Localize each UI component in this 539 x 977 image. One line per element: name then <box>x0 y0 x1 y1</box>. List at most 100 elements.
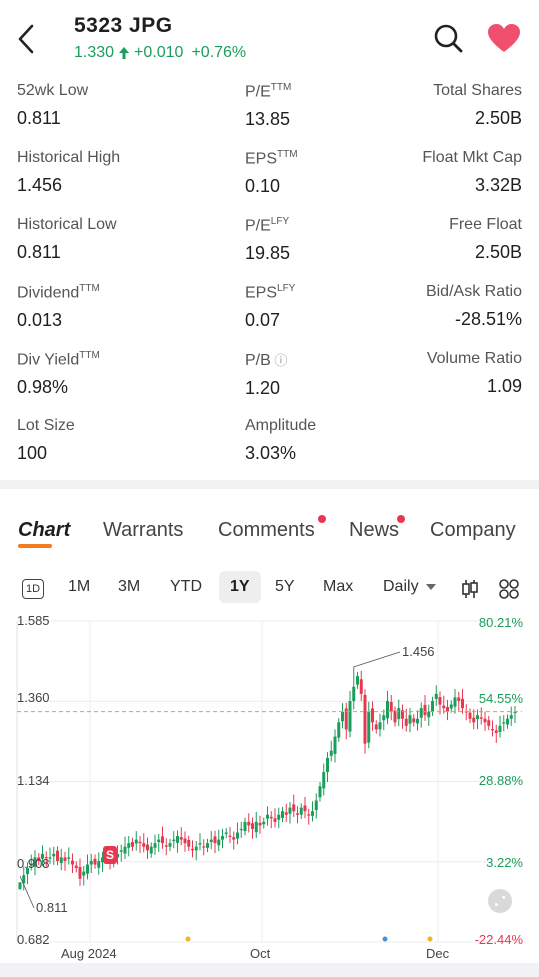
candle-body <box>266 814 269 819</box>
candle-body <box>461 698 464 709</box>
last-price: 1.330 <box>74 44 115 61</box>
period-max-button[interactable]: Max <box>323 578 353 596</box>
candlestick-chart[interactable] <box>0 610 539 960</box>
stat-item: P/B ⓘ 1.20 <box>245 350 287 399</box>
candle-body <box>221 836 224 840</box>
interval-dropdown[interactable]: Daily <box>383 578 437 596</box>
candle-body <box>67 857 71 859</box>
tab-comments[interactable]: Comments <box>218 519 315 542</box>
stat-value: 100 <box>17 443 48 463</box>
candle-body <box>314 800 318 811</box>
period-3m-button[interactable]: 3M <box>118 578 140 596</box>
stat-label: Amplitude <box>245 417 317 434</box>
candle-body <box>198 843 202 845</box>
price-chart[interactable]: 1.585 1.360 1.134 0.908 0.682 80.21% 54.… <box>0 610 539 961</box>
y-tick-label: 0.682 <box>17 932 50 947</box>
candle-body <box>232 837 236 840</box>
candle-body <box>322 772 326 789</box>
candle-body <box>138 841 142 844</box>
fullscreen-icon[interactable] <box>488 889 512 913</box>
tab-warrants[interactable]: Warrants <box>103 519 183 542</box>
candle-body <box>427 711 431 718</box>
low-price-label: 0.811 <box>36 900 68 915</box>
pct-tick-label: 28.88% <box>478 773 523 788</box>
candle-body <box>412 718 416 723</box>
candle-body <box>254 821 258 833</box>
favorite-heart-icon[interactable] <box>486 22 522 54</box>
candle-body <box>483 718 487 723</box>
candle-body <box>434 693 438 699</box>
period-1y-button[interactable]: 1Y <box>219 571 261 603</box>
period-ytd-button[interactable]: YTD <box>170 578 202 596</box>
candle-body <box>213 836 217 844</box>
stat-label: 52wk Low <box>17 82 89 99</box>
quote-line: 1.330 +0.010 +0.76% <box>74 44 246 62</box>
stat-label: Volume Ratio <box>426 350 522 367</box>
candle-body <box>472 717 476 723</box>
candle-body <box>502 722 506 724</box>
bottom-bar <box>0 963 539 977</box>
stat-value: 19.85 <box>245 243 291 264</box>
candle-body <box>348 700 352 732</box>
back-arrow-icon[interactable] <box>14 22 42 56</box>
candle-body <box>52 853 56 857</box>
candle-body <box>311 811 314 816</box>
candle-body <box>251 823 254 829</box>
event-dot <box>185 936 191 942</box>
info-icon[interactable]: ⓘ <box>271 353 287 368</box>
period-5y-button[interactable]: 5Y <box>275 578 295 596</box>
period-1m-button[interactable]: 1M <box>68 578 90 596</box>
candle-body <box>277 814 281 820</box>
grid-layout-icon[interactable] <box>499 579 519 599</box>
period-selector: 1D 1M 3M YTD 1Y 5Y Max Daily <box>0 570 539 608</box>
candle-body <box>82 871 86 876</box>
period-1d-button[interactable]: 1D <box>22 579 44 599</box>
candle-body <box>119 850 123 852</box>
candle-body <box>146 844 149 851</box>
candle-body <box>457 697 461 701</box>
sell-marker[interactable]: S <box>103 846 117 864</box>
candle-body <box>123 846 127 854</box>
candle-body <box>337 722 341 738</box>
stat-item: Free Float 2.50B <box>449 216 522 263</box>
candle-body <box>63 857 67 861</box>
candle-body <box>374 724 378 730</box>
candle-body <box>179 837 183 840</box>
stat-value: 0.811 <box>17 242 61 262</box>
stat-value: 0.10 <box>245 176 281 197</box>
candle-body <box>288 807 292 814</box>
candle-body <box>303 805 307 812</box>
candle-body <box>352 686 356 701</box>
candle-body <box>247 821 251 826</box>
candle-body <box>142 843 146 847</box>
candle-body <box>149 846 153 854</box>
chevron-down-icon <box>426 584 437 590</box>
tab-news[interactable]: News <box>349 519 399 542</box>
tab-company[interactable]: Company <box>430 519 516 542</box>
high-price-label: 1.456 <box>402 644 435 659</box>
stat-label: Historical High <box>17 149 121 166</box>
stat-item: Div YieldTTM 0.98% <box>17 350 100 398</box>
stat-label: Bid/Ask Ratio <box>425 283 522 300</box>
price-change-percent: +0.76% <box>191 44 247 61</box>
candle-body <box>284 812 288 815</box>
search-icon[interactable] <box>432 22 464 54</box>
pct-tick-label: 80.21% <box>478 615 523 630</box>
candle-body <box>78 866 82 879</box>
stat-item: EPSLFY 0.07 <box>245 283 295 331</box>
candle-type-icon[interactable] <box>460 579 480 599</box>
stat-item: P/ELFY 19.85 <box>245 216 290 264</box>
candle-body <box>341 711 344 722</box>
candle-body <box>506 718 509 725</box>
tab-chart[interactable]: Chart <box>18 519 70 548</box>
candle-body <box>442 705 446 709</box>
interval-label: Daily <box>383 578 419 595</box>
x-tick-label: Dec <box>426 946 450 961</box>
candle-body <box>224 832 228 834</box>
stat-label: P/B ⓘ <box>245 352 288 369</box>
candle-body <box>161 836 164 844</box>
stat-value: 13.85 <box>245 109 291 130</box>
pct-tick-label: -22.44% <box>474 932 523 947</box>
candle-body <box>416 718 419 724</box>
candle-body <box>157 839 161 843</box>
